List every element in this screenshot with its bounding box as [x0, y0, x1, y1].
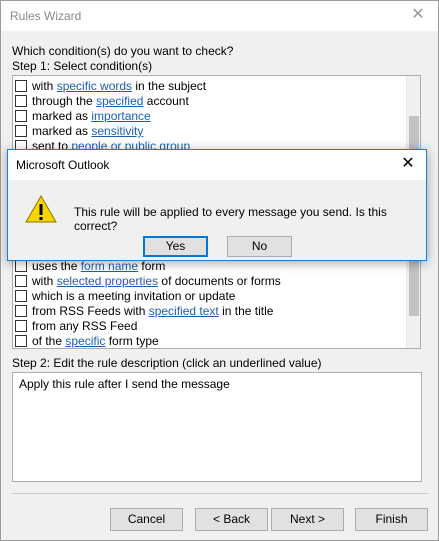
condition-text-suffix: in the title	[218, 304, 274, 318]
condition-link[interactable]: sensitivity	[91, 124, 143, 138]
condition-checkbox[interactable]	[15, 95, 27, 107]
condition-checkbox[interactable]	[15, 320, 27, 332]
back-button[interactable]: < Back	[195, 508, 268, 531]
title-bar: Rules Wizard ✕	[1, 1, 438, 31]
close-icon[interactable]: ✕	[408, 5, 428, 25]
condition-checkbox[interactable]	[15, 110, 27, 122]
condition-row[interactable]: with specific words in the subject	[15, 79, 206, 94]
condition-text: through the	[32, 94, 97, 108]
rules-wizard-window: Rules Wizard ✕ Which condition(s) do you…	[0, 0, 439, 541]
condition-row[interactable]: of the specific form type	[15, 334, 159, 348]
condition-row[interactable]: which is a meeting invitation or update	[15, 289, 235, 304]
condition-link[interactable]: specified text	[149, 304, 219, 318]
step2-label: Step 2: Edit the rule description (click…	[12, 356, 322, 370]
rule-description-text: Apply this rule after I send the message	[19, 377, 230, 391]
condition-text: of the	[32, 334, 66, 348]
condition-checkbox[interactable]	[15, 290, 27, 302]
condition-checkbox[interactable]	[15, 335, 27, 347]
condition-link[interactable]: selected properties	[57, 274, 158, 288]
next-button[interactable]: Next >	[271, 508, 344, 531]
condition-checkbox[interactable]	[15, 260, 27, 272]
condition-text-suffix: of documents or forms	[158, 274, 281, 288]
no-button[interactable]: No	[227, 236, 292, 257]
condition-link[interactable]: specified	[96, 94, 143, 108]
condition-text: uses the	[32, 259, 81, 273]
outlook-confirm-dialog: Microsoft Outlook ✕ This rule will be ap…	[7, 149, 427, 261]
condition-checkbox[interactable]	[15, 125, 27, 137]
step1-label: Step 1: Select condition(s)	[12, 59, 153, 73]
condition-prompt: Which condition(s) do you want to check?	[12, 44, 234, 58]
condition-text: from any RSS Feed	[32, 319, 138, 333]
condition-row[interactable]: from RSS Feeds with specified text in th…	[15, 304, 273, 319]
condition-row[interactable]: through the specified account	[15, 94, 189, 109]
condition-text: with	[32, 79, 57, 93]
condition-link[interactable]: specific words	[57, 79, 132, 93]
dialog-title: Microsoft Outlook	[16, 158, 110, 172]
condition-text: which is a meeting invitation or update	[32, 289, 236, 303]
condition-row[interactable]: uses the form name form	[15, 259, 165, 274]
divider	[12, 493, 428, 494]
condition-row[interactable]: from any RSS Feed	[15, 319, 137, 334]
dialog-close-icon[interactable]: ✕	[398, 154, 418, 174]
condition-row[interactable]: marked as sensitivity	[15, 124, 143, 139]
dialog-title-bar: Microsoft Outlook ✕	[8, 150, 426, 180]
condition-checkbox[interactable]	[15, 275, 27, 287]
condition-text-suffix: form type	[105, 334, 159, 348]
condition-checkbox[interactable]	[15, 80, 27, 92]
condition-row[interactable]: with selected properties of documents or…	[15, 274, 281, 289]
condition-text-suffix: form	[138, 259, 166, 273]
condition-text-suffix: in the subject	[132, 79, 207, 93]
condition-checkbox[interactable]	[15, 305, 27, 317]
cancel-button[interactable]: Cancel	[110, 508, 183, 531]
dialog-message: This rule will be applied to every messa…	[74, 205, 387, 233]
condition-text: with	[32, 274, 57, 288]
finish-button[interactable]: Finish	[355, 508, 428, 531]
condition-text: from RSS Feeds with	[32, 304, 149, 318]
warning-icon	[25, 194, 57, 227]
condition-text: marked as	[32, 124, 92, 138]
rule-description-box[interactable]: Apply this rule after I send the message	[12, 372, 422, 482]
condition-text-suffix: account	[143, 94, 189, 108]
condition-link[interactable]: specific	[65, 334, 105, 348]
condition-text: marked as	[32, 109, 92, 123]
condition-link[interactable]: form name	[81, 259, 138, 273]
condition-link[interactable]: importance	[91, 109, 150, 123]
yes-button[interactable]: Yes	[143, 236, 208, 257]
condition-row[interactable]: marked as importance	[15, 109, 151, 124]
window-title: Rules Wizard	[10, 9, 82, 23]
